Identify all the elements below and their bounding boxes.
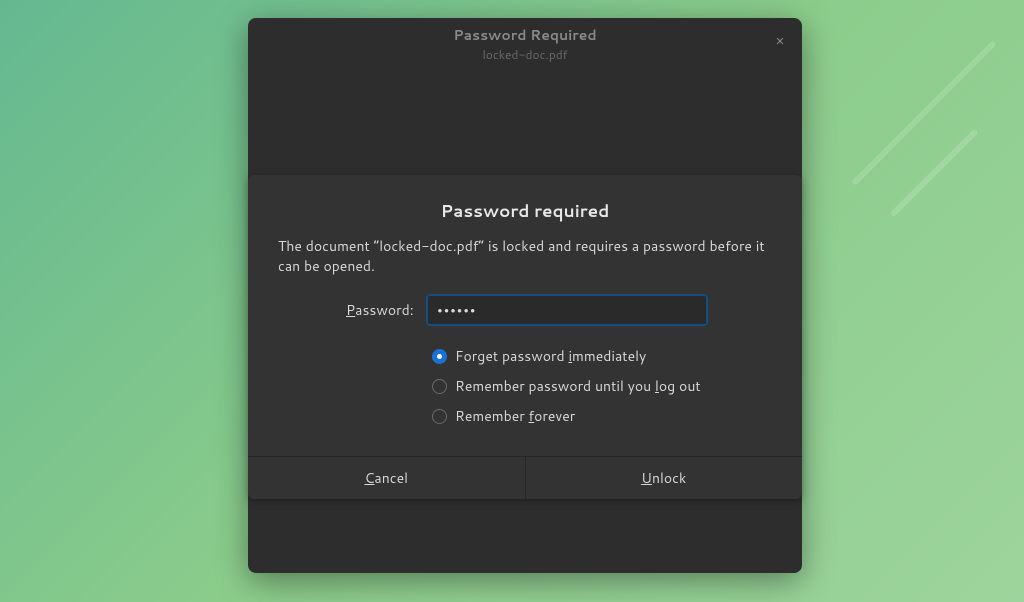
radio-remember-session[interactable]: Remember password until you log out [432,376,772,396]
dialog-body: Password required The document “locked-d… [248,175,802,456]
password-input[interactable] [426,294,708,326]
password-prompt: Password required The document “locked-d… [248,175,802,499]
radio-forget-immediately[interactable]: Forget password immediately [432,346,772,366]
radio-icon [432,409,447,424]
close-icon[interactable]: × [770,32,790,52]
titlebar-text: Password Required locked-doc.pdf [453,25,596,63]
window-title: Password Required [453,25,596,45]
titlebar: Password Required locked-doc.pdf × [248,18,802,64]
dialog-title: Password required [278,199,772,223]
radio-label: Remember password until you log out [455,376,701,396]
cancel-button[interactable]: Cancel [248,457,526,499]
password-dialog-window: Password Required locked-doc.pdf × Passw… [248,18,802,573]
radio-icon [432,349,447,364]
dialog-description: The document “locked-doc.pdf” is locked … [278,237,772,276]
radio-icon [432,379,447,394]
radio-label: Forget password immediately [455,346,646,366]
password-row: Password: [278,294,772,326]
window-subtitle: locked-doc.pdf [453,46,596,63]
unlock-button[interactable]: Unlock [526,457,803,499]
radio-label: Remember forever [455,406,575,426]
dialog-footer: Cancel Unlock [248,456,802,499]
radio-remember-forever[interactable]: Remember forever [432,406,772,426]
password-label: Password: [346,300,414,320]
remember-radio-group: Forget password immediately Remember pas… [278,346,772,426]
background-decoration [774,30,1024,330]
